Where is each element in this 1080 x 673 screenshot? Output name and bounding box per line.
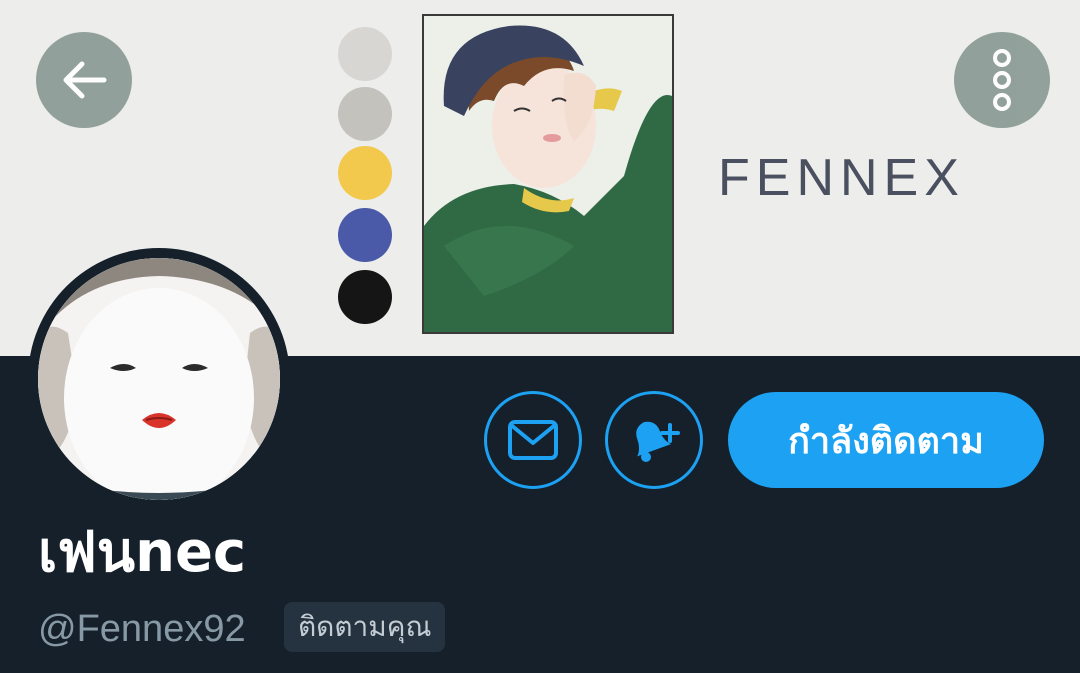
color-swatch-gray [338,87,392,141]
avatar-image [38,258,280,500]
message-button[interactable] [484,391,582,489]
banner-illustration [422,14,674,334]
color-swatch-light-gray [338,27,392,81]
banner-brand-text: FENNEX [718,149,965,207]
username-handle: @Fennex92 [38,608,246,650]
display-name: เฟนnec [38,520,247,585]
color-swatch-black [338,270,392,324]
arrow-left-icon [63,61,107,99]
color-swatch-blue [338,208,392,262]
color-swatch-yellow [338,146,392,200]
back-button[interactable] [36,32,132,128]
following-button[interactable]: กำลังติดตาม [728,392,1044,488]
bell-plus-icon [636,421,680,462]
follows-you-badge: ติดตามคุณ [284,602,446,652]
more-vertical-icon [993,49,1011,111]
notifications-button[interactable] [605,391,703,489]
more-options-button[interactable] [954,32,1050,128]
mail-icon [508,420,558,460]
profile-avatar[interactable] [28,248,290,510]
